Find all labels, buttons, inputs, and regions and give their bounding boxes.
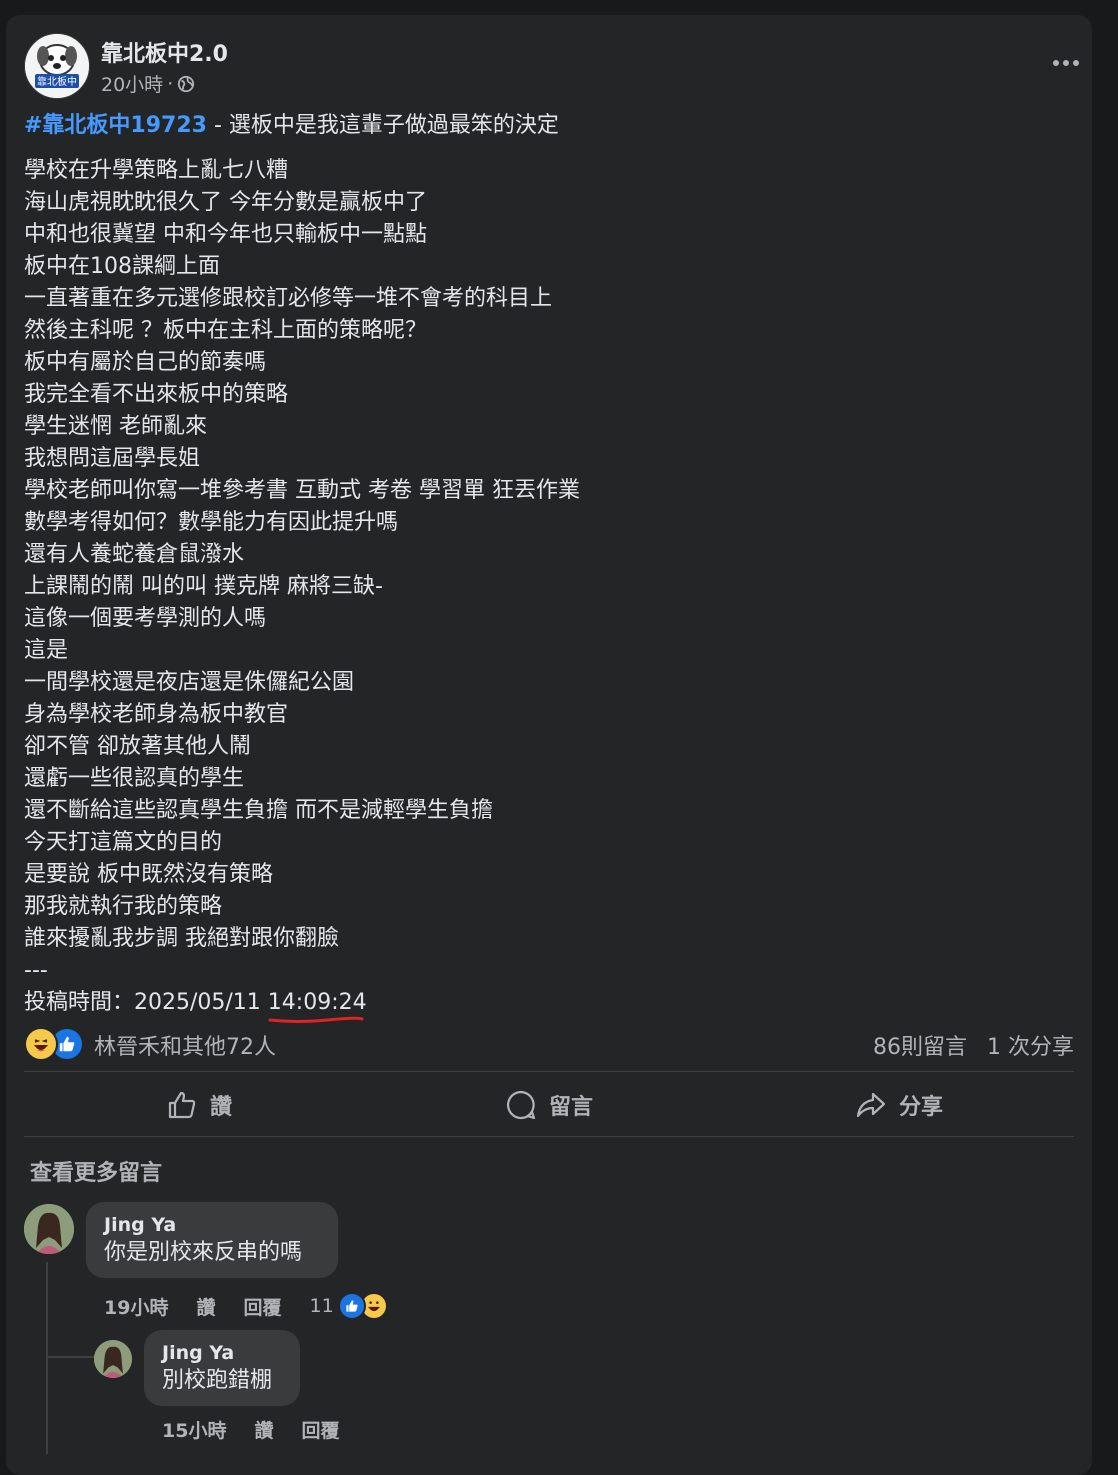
hashtag-link[interactable]: #靠北板中19723 — [24, 113, 207, 138]
page-avatar[interactable]: 靠北板中 — [24, 33, 90, 99]
user-avatar-icon — [94, 1340, 132, 1378]
svg-text:靠北板中: 靠北板中 — [37, 75, 77, 88]
post-body-line: 今天打這篇文的目的 — [24, 830, 223, 855]
post-body-line: --- — [24, 958, 48, 983]
post-body-line: 是要說 板中既然沒有策略 — [24, 862, 273, 887]
share-button[interactable]: 分享 — [724, 1075, 1074, 1135]
share-label: 分享 — [898, 1095, 943, 1120]
post-body-line: 中和也很冀望 中和今年也只輸板中一點點 — [24, 222, 427, 247]
reply-author[interactable]: Jing Ya — [162, 1340, 282, 1366]
thread-connector — [46, 1356, 94, 1358]
reply-time[interactable]: 15小時 — [162, 1416, 226, 1443]
comment-bubble: Jing Ya 你是別校來反串的嗎 — [86, 1202, 338, 1278]
reaction-icons[interactable] — [24, 1027, 84, 1061]
reactions-row: 林晉禾和其他72人 86則留言 1 次分享 — [24, 1027, 1074, 1061]
divider — [24, 1136, 1074, 1137]
posted-time: 14:09:24 — [267, 990, 367, 1015]
post-body-line: 還有人養蛇養倉鼠潑水 — [24, 542, 245, 567]
post-time[interactable]: 20小時 — [101, 70, 163, 97]
commenter-avatar[interactable] — [24, 1204, 74, 1254]
comment-icon — [506, 1090, 536, 1120]
globe-icon — [178, 75, 195, 92]
post-body-line: 數學考得如何？數學能力有因此提升嗎 — [24, 510, 399, 535]
reply-meta: 15小時 讚 回覆 — [162, 1416, 339, 1443]
reply-text: 別校跑錯棚 — [162, 1368, 273, 1393]
post-body-line: 一間學校還是夜店還是侏儸紀公園 — [24, 670, 355, 695]
divider — [24, 1071, 1074, 1072]
engagement-counts: 86則留言 1 次分享 — [873, 1029, 1074, 1061]
reaction-names[interactable]: 林晉禾和其他72人 — [94, 1029, 276, 1061]
post-body-line: 然後主科呢 ？板中在主科上面的策略呢？ — [24, 318, 427, 343]
comment-author[interactable]: Jing Ya — [104, 1212, 320, 1238]
post-body-line: 這像一個要考學測的人嗎 — [24, 606, 267, 631]
reply-bubble: Jing Ya 別校跑錯棚 — [144, 1330, 300, 1406]
post-body-line: 這是 — [24, 638, 69, 663]
comment-button[interactable]: 留言 — [374, 1075, 724, 1135]
like-icon — [168, 1091, 196, 1119]
reply-reply-button[interactable]: 回覆 — [301, 1416, 339, 1443]
like-reaction-icon — [337, 1292, 366, 1320]
comment-reply-button[interactable]: 回覆 — [243, 1293, 281, 1320]
post-title: #靠北板中19723 - 選板中是我這輩子做過最笨的決定 — [24, 111, 559, 141]
post-header: 靠北板中 靠北板中2.0 20小時 · — [24, 33, 1079, 99]
comment-meta: 19小時 讚 回覆 11 — [104, 1292, 388, 1320]
haha-reaction-icon — [24, 1027, 58, 1061]
post-body-line: 那我就執行我的策略 — [24, 894, 223, 919]
comment-time[interactable]: 19小時 — [104, 1293, 168, 1320]
reply-like-button[interactable]: 讚 — [254, 1416, 273, 1443]
thread-line — [46, 1262, 48, 1454]
post-body-line: 學校在升學策略上亂七八糟 — [24, 158, 289, 183]
post-title-text: - 選板中是我這輩子做過最笨的決定 — [206, 113, 559, 138]
post-body-line: 身為學校老師身為板中教官 — [24, 702, 289, 727]
like-label: 讚 — [209, 1095, 232, 1120]
post-body-line: 還虧一些很認真的學生 — [24, 766, 245, 791]
red-underline-annotation — [268, 1016, 364, 1023]
post-meta: 20小時 · — [101, 70, 195, 97]
meta-separator: · — [167, 72, 174, 95]
like-button[interactable]: 讚 — [24, 1075, 374, 1135]
post-body-line: 我想問這屆學長姐 — [24, 446, 201, 471]
post-body-line: 海山虎視眈眈很久了 今年分數是贏板中了 — [24, 190, 427, 215]
post-body: 學校在升學策略上亂七八糟海山虎視眈眈很久了 今年分數是贏板中了 中和也很冀望 中和… — [24, 155, 580, 987]
comment-reactions[interactable]: 11 — [309, 1292, 388, 1320]
page-logo-icon: 靠北板中 — [25, 34, 89, 98]
reply-avatar[interactable] — [94, 1340, 132, 1378]
comments-count[interactable]: 86則留言 — [873, 1029, 967, 1061]
more-icon — [1073, 60, 1079, 66]
user-avatar-icon — [24, 1204, 74, 1254]
more-icon — [1063, 60, 1069, 66]
post-body-line: 一直著重在多元選修跟校訂必修等一堆不會考的科目上 — [24, 286, 553, 311]
post-body-line: 學生迷惘 老師亂來 — [24, 414, 207, 439]
see-more-comments[interactable]: 查看更多留言 — [30, 1155, 162, 1187]
share-icon — [856, 1092, 886, 1118]
more-icon — [1053, 60, 1059, 66]
post-body-line: 還不斷給這些認真學生負擔 而不是減輕學生負擔 — [24, 798, 493, 823]
post-body-line: 板中有屬於自己的節奏嗎 — [24, 350, 267, 375]
post-actions: 讚 留言 分享 — [24, 1075, 1074, 1135]
post-body-line: 上課鬧的鬧 叫的叫 撲克牌 麻將三缺- — [24, 574, 383, 599]
comment-like-button[interactable]: 讚 — [196, 1293, 215, 1320]
comment-text: 你是別校來反串的嗎 — [104, 1240, 303, 1265]
shares-count[interactable]: 1 次分享 — [987, 1029, 1074, 1061]
post-body-line: 誰來擾亂我步調 我絕對跟你翻臉 — [24, 926, 339, 951]
page-name[interactable]: 靠北板中2.0 — [101, 36, 228, 68]
post-body-line: 卻不管 卻放著其他人鬧 — [24, 734, 251, 759]
posted-label: 投稿時間：2025/05/11 — [24, 990, 268, 1015]
comment-reaction-count: 11 — [309, 1295, 334, 1317]
post-body-line: 板中在108課綱上面 — [24, 254, 220, 279]
post-body-line: 我完全看不出來板中的策略 — [24, 382, 289, 407]
comment-label: 留言 — [548, 1095, 593, 1120]
post-body-line: 學校老師叫你寫一堆參考書 互動式 考卷 學習單 狂丟作業 — [24, 478, 580, 503]
more-options-button[interactable] — [1046, 47, 1086, 79]
